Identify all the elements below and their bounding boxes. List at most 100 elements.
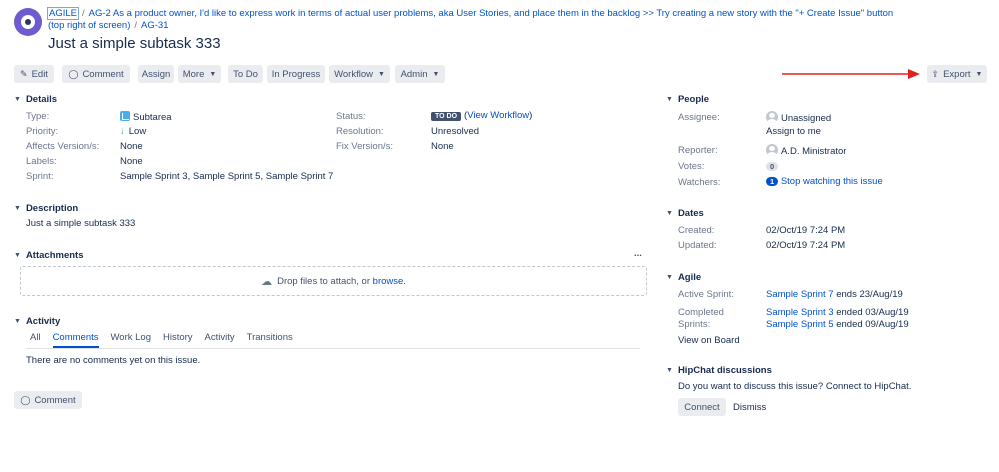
admin-button[interactable]: Admin ▼: [395, 65, 445, 83]
affects-version-label: Affects Version/s:: [26, 141, 100, 152]
assignee-value: Unassigned: [766, 111, 831, 124]
priority-value: ↓ Low: [120, 126, 147, 137]
description-text[interactable]: Just a simple subtask 333: [26, 218, 135, 229]
tab-history[interactable]: History: [163, 332, 193, 348]
view-workflow-link[interactable]: View Workflow: [467, 110, 529, 121]
dismiss-link[interactable]: Dismiss: [733, 402, 766, 413]
in-progress-button[interactable]: In Progress: [267, 65, 325, 83]
sprint-label: Sprint:: [26, 171, 54, 182]
labels-value: None: [120, 156, 143, 167]
resolution-value: Unresolved: [431, 126, 480, 137]
attachment-dropzone[interactable]: ☁ Drop files to attach, or browse.: [20, 266, 647, 296]
breadcrumb-parent-link[interactable]: AG-2 As a product owner, I'd like to exp…: [48, 8, 893, 31]
hipchat-section-header[interactable]: ▼ HipChat discussions: [666, 365, 772, 376]
tab-all[interactable]: All: [30, 332, 41, 348]
sprint-value: Sample Sprint 3, Sample Sprint 5, Sample…: [120, 171, 334, 182]
updated-value: 02/Oct/19 7:24 PM: [766, 240, 846, 251]
red-arrow-annotation: [782, 69, 920, 79]
active-sprint-link[interactable]: Sample Sprint 7: [766, 289, 834, 300]
dates-section-header[interactable]: ▼ Dates: [666, 208, 704, 219]
collapse-toggle-icon: ▼: [666, 274, 673, 281]
edit-button[interactable]: ✎ Edit: [14, 65, 54, 83]
comment-icon: ◯: [68, 68, 79, 79]
cloud-upload-icon: ☁: [261, 275, 273, 288]
votes-value[interactable]: 0: [766, 161, 779, 172]
activity-tabs: All Comments Work Log History Activity T…: [30, 332, 305, 348]
export-button[interactable]: ⇪ Export ▼: [927, 65, 987, 83]
votes-label: Votes:: [678, 161, 705, 172]
tab-divider: [26, 348, 640, 349]
agile-section-header[interactable]: ▼ Agile: [666, 272, 701, 283]
breadcrumb-issue-key[interactable]: AG-31: [141, 20, 168, 31]
watchers-label: Watchers:: [678, 177, 721, 188]
affects-version-value: None: [120, 141, 143, 152]
watchers-value: 1 Stop watching this issue: [766, 176, 883, 187]
resolution-label: Resolution:: [336, 126, 384, 137]
project-avatar[interactable]: [14, 8, 42, 36]
hipchat-prompt-text: Do you want to discuss this issue? Conne…: [678, 381, 912, 392]
tab-activity[interactable]: Activity: [205, 332, 235, 348]
workflow-button[interactable]: Workflow ▼: [329, 65, 390, 83]
type-label: Type:: [26, 111, 50, 122]
connect-button[interactable]: Connect: [678, 398, 726, 416]
collapse-toggle-icon: ▼: [666, 96, 673, 103]
status-badge: TO DO: [431, 112, 462, 121]
completed-sprint-1-link[interactable]: Sample Sprint 3: [766, 307, 834, 318]
collapse-toggle-icon: ▼: [666, 210, 673, 217]
subtask-icon: [120, 111, 130, 121]
comment-icon: ◯: [20, 394, 31, 405]
people-section-header[interactable]: ▼ People: [666, 94, 709, 105]
chevron-down-icon: ▼: [975, 70, 983, 78]
view-on-board-link[interactable]: View on Board: [678, 335, 740, 346]
comment-button[interactable]: ◯ Comment: [62, 65, 130, 83]
page-title: Just a simple subtask 333: [48, 35, 221, 52]
active-sprint-label: Active Sprint:: [678, 289, 734, 300]
tab-comments[interactable]: Comments: [52, 332, 99, 348]
details-section-header[interactable]: ▼ Details: [14, 94, 57, 105]
arrow-down-icon: ↓: [120, 126, 125, 137]
status-value: TO DO (View Workflow): [431, 110, 532, 121]
avatar-eye-icon: [21, 15, 35, 29]
created-label: Created:: [678, 225, 715, 236]
created-value: 02/Oct/19 7:24 PM: [766, 225, 846, 236]
comment-bottom-button[interactable]: ◯ Comment: [14, 391, 82, 409]
collapse-toggle-icon: ▼: [14, 252, 21, 259]
active-sprint-value: Sample Sprint 7 ends 23/Aug/19: [766, 289, 903, 300]
chevron-down-icon: ▼: [377, 70, 385, 78]
browse-link[interactable]: browse.: [373, 276, 406, 287]
assign-to-me-link[interactable]: Assign to me: [766, 126, 821, 137]
user-avatar-icon: [766, 111, 778, 123]
activity-section-header[interactable]: ▼ Activity: [14, 316, 60, 327]
completed-sprints-label-line1: Completed: [678, 307, 724, 318]
breadcrumb: AGILE / AG-2 As a product owner, I'd like …: [47, 7, 894, 31]
priority-label: Priority:: [26, 126, 59, 137]
fix-version-value: None: [431, 141, 454, 152]
description-section-header[interactable]: ▼ Description: [14, 203, 78, 214]
attachments-more-options[interactable]: ...: [634, 248, 642, 259]
watchers-count-badge[interactable]: 1: [766, 177, 779, 186]
votes-count-badge: 0: [766, 162, 779, 171]
tab-work-log[interactable]: Work Log: [111, 332, 151, 348]
collapse-toggle-icon: ▼: [14, 205, 21, 212]
assignee-label: Assignee:: [678, 112, 720, 123]
tab-transitions[interactable]: Transitions: [247, 332, 293, 348]
labels-label: Labels:: [26, 156, 57, 167]
completed-sprint-1: Sample Sprint 3 ended 03/Aug/19: [766, 307, 909, 318]
assign-button[interactable]: Assign: [138, 65, 174, 83]
more-button[interactable]: More ▼: [178, 65, 221, 83]
attachments-section-header[interactable]: ▼ Attachments: [14, 250, 83, 261]
chevron-down-icon: ▼: [432, 70, 440, 78]
completed-sprint-2: Sample Sprint 5 ended 09/Aug/19: [766, 319, 909, 330]
breadcrumb-project-link[interactable]: AGILE: [47, 7, 79, 20]
completed-sprint-2-link[interactable]: Sample Sprint 5: [766, 319, 834, 330]
chevron-down-icon: ▼: [209, 70, 217, 78]
pencil-icon: ✎: [20, 68, 28, 79]
no-comments-text: There are no comments yet on this issue.: [26, 355, 201, 366]
user-avatar-icon: [766, 144, 778, 156]
collapse-toggle-icon: ▼: [14, 96, 21, 103]
to-do-button[interactable]: To Do: [228, 65, 263, 83]
stop-watching-link[interactable]: Stop watching this issue: [781, 176, 883, 187]
reporter-label: Reporter:: [678, 145, 718, 156]
type-value: Subtarea: [120, 111, 172, 123]
collapse-toggle-icon: ▼: [666, 367, 673, 374]
